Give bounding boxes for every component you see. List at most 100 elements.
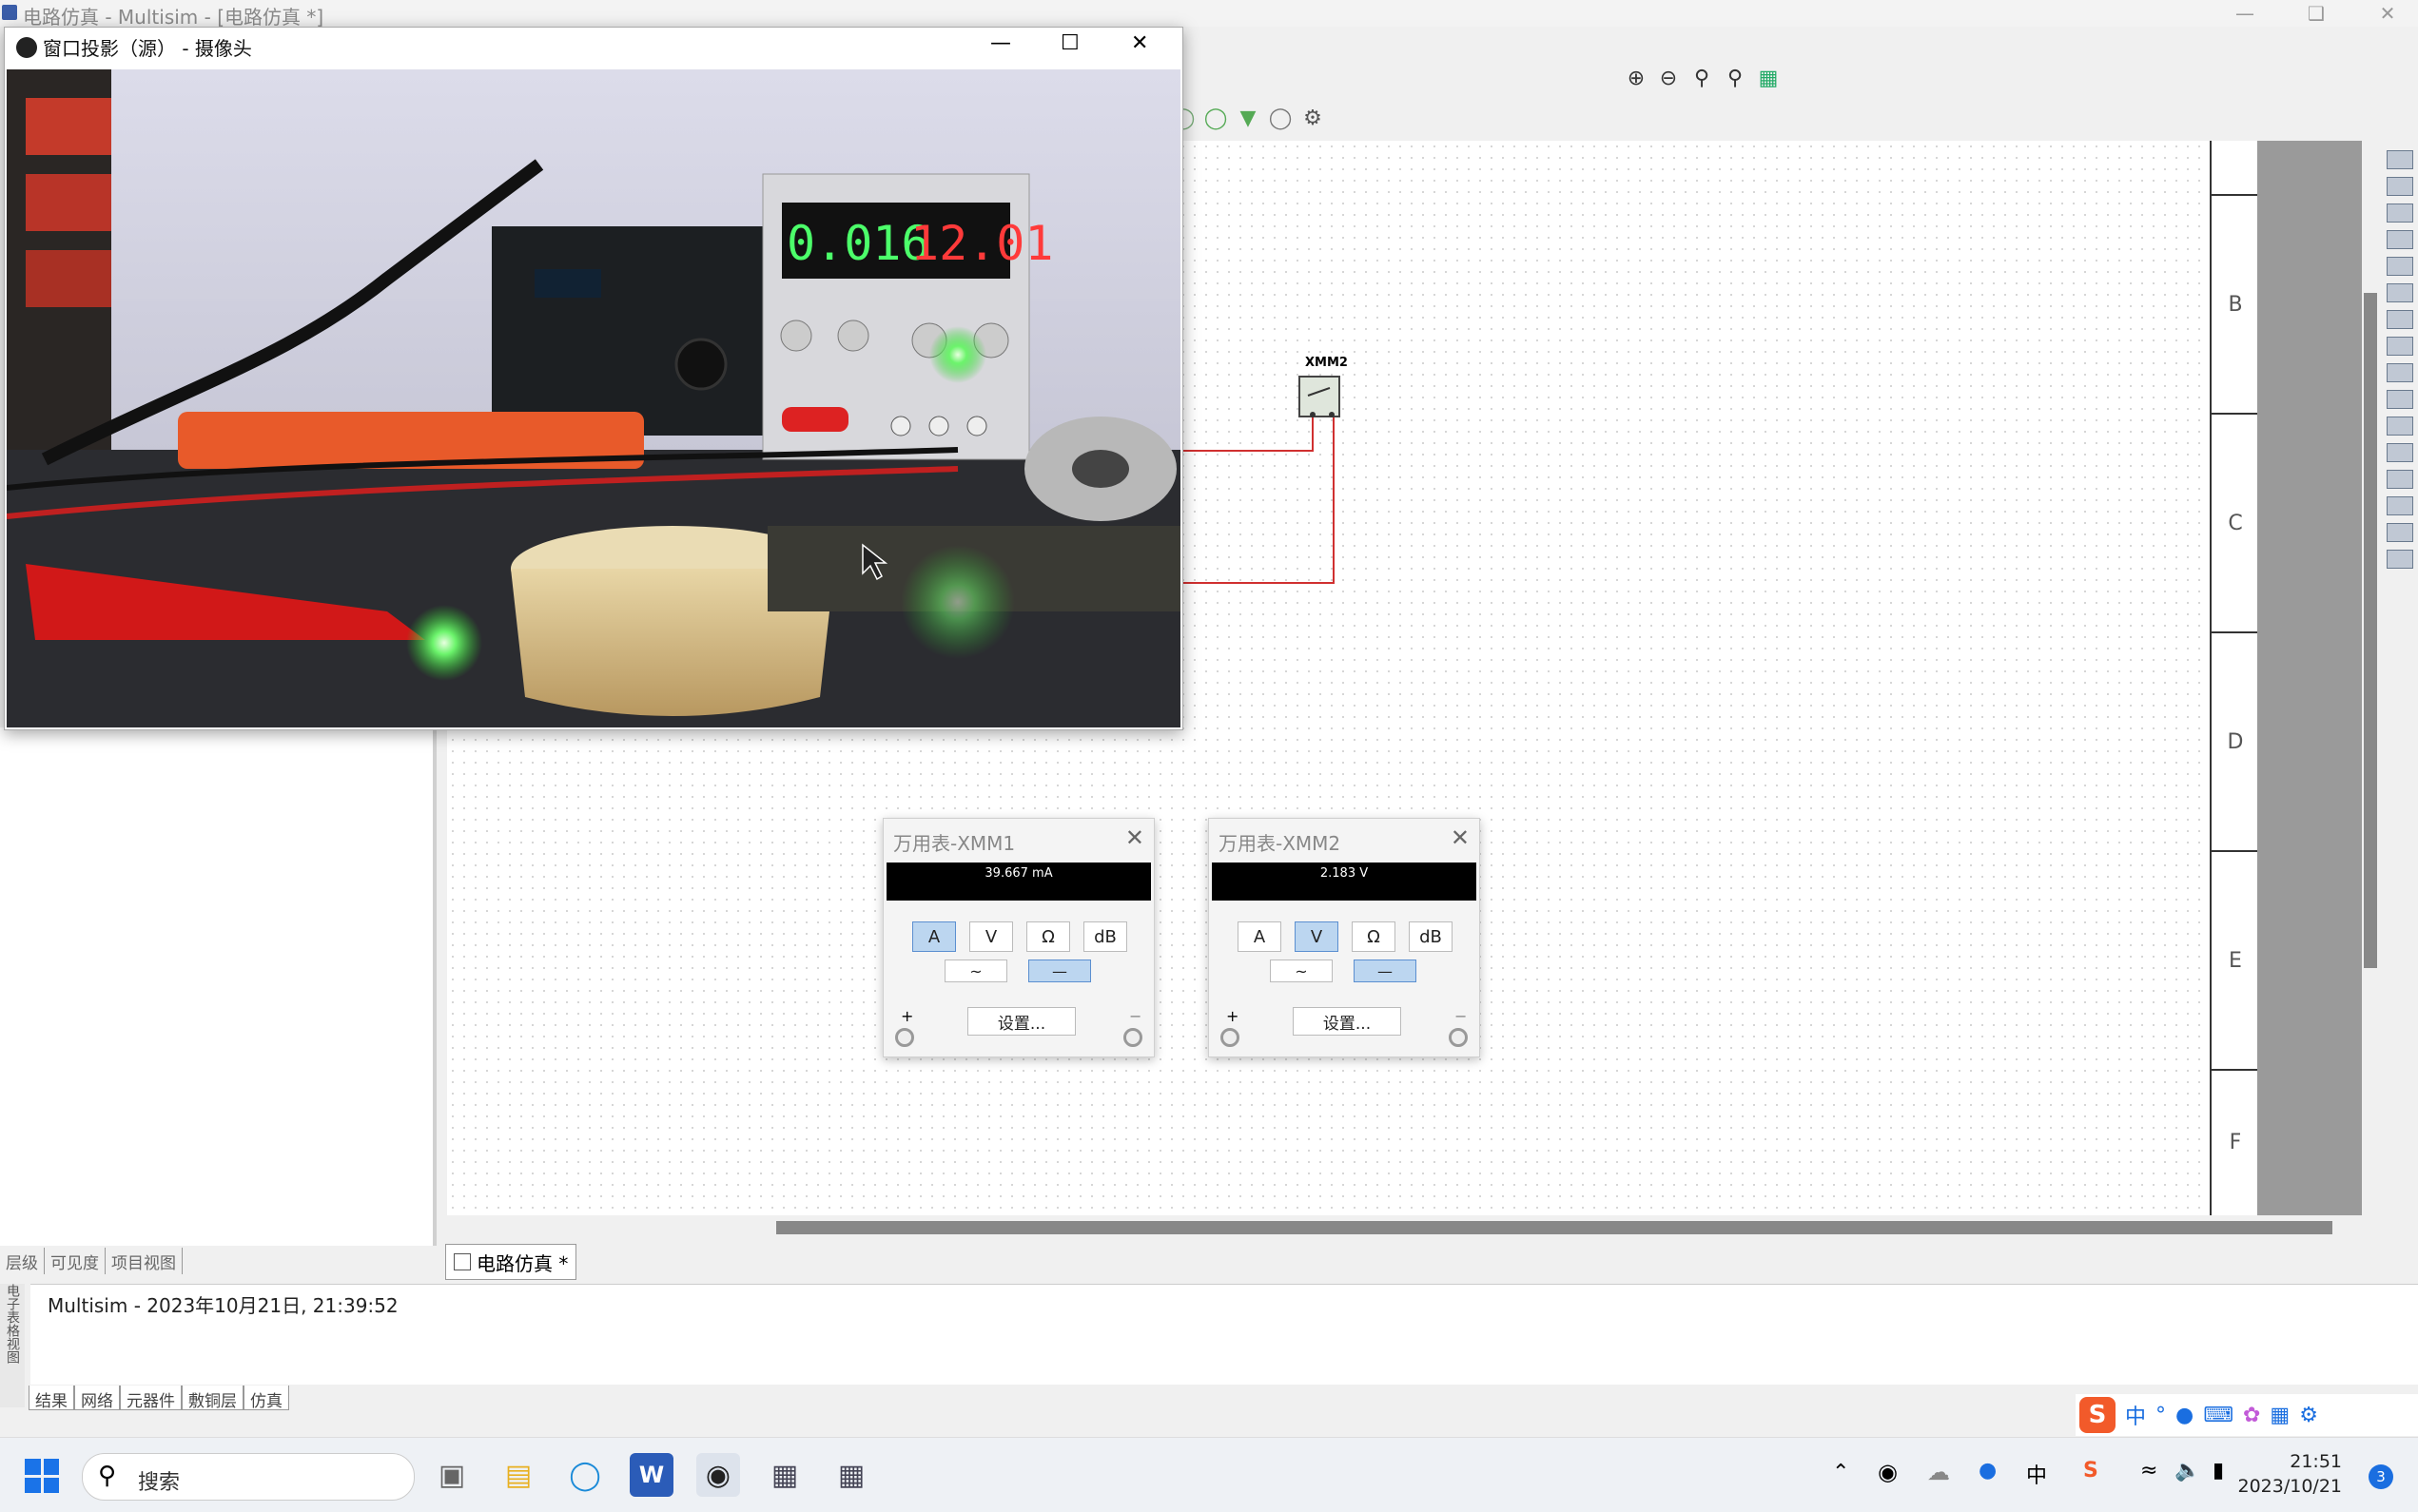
mode-ohm-button[interactable]: Ω xyxy=(1026,921,1070,952)
vertical-scroll-thumb[interactable] xyxy=(2364,293,2377,968)
chevron-up-icon[interactable]: ⌃ xyxy=(1832,1461,1849,1484)
fullscreen-icon[interactable]: ▦ xyxy=(1755,65,1782,91)
tab-results[interactable]: 结果 xyxy=(29,1386,74,1411)
gear-icon[interactable]: ⚙ xyxy=(1299,105,1326,131)
design-toolbox-tabs: 层级 可见度 项目视图 xyxy=(0,1248,183,1274)
skin-icon[interactable]: ✿ xyxy=(2243,1404,2260,1427)
dc-button[interactable]: — xyxy=(1028,960,1091,982)
camera-projection-window[interactable]: 窗口投影（源） - 摄像头 — ☐ ✕ 0.016 12.01 xyxy=(4,27,1183,730)
ac-button[interactable]: ~ xyxy=(1270,960,1333,982)
terminal-minus[interactable] xyxy=(1449,1028,1468,1047)
zone-d: D xyxy=(2212,633,2259,852)
ac-button[interactable]: ~ xyxy=(945,960,1007,982)
battery-icon[interactable]: ▮ xyxy=(2213,1459,2224,1483)
output-panel: Multisim - 2023年10月21日, 21:39:52 xyxy=(30,1284,2418,1385)
mode-ohm-button[interactable]: Ω xyxy=(1352,921,1395,952)
zoom-sheet-icon[interactable]: ⚲ xyxy=(1722,65,1748,91)
mode-db-button[interactable]: dB xyxy=(1409,921,1453,952)
tab-project-view[interactable]: 项目视图 xyxy=(106,1248,183,1274)
instrument-icon[interactable] xyxy=(2387,230,2413,249)
obs-taskbar-icon[interactable]: ◉ xyxy=(696,1453,740,1497)
tab-hierarchy[interactable]: 层级 xyxy=(0,1248,45,1274)
multisim-taskbar-icon[interactable]: ▦ xyxy=(763,1453,807,1497)
instrument-icon[interactable] xyxy=(2387,390,2413,409)
station-display xyxy=(535,269,601,298)
multisim-app-icon xyxy=(2,5,17,20)
horizontal-scroll-thumb[interactable] xyxy=(776,1221,2332,1234)
keyboard-icon[interactable]: ⌨ xyxy=(2203,1404,2233,1427)
notification-badge[interactable]: 3 xyxy=(2369,1464,2393,1489)
minimize-icon[interactable]: — xyxy=(990,31,1011,55)
obs-tray-icon[interactable]: ◉ xyxy=(1878,1459,1898,1485)
maximize-icon[interactable]: ☐ xyxy=(1061,31,1080,55)
close-icon[interactable]: ✕ xyxy=(1125,824,1144,851)
edge-icon[interactable]: ◯ xyxy=(563,1453,607,1497)
input-method-label[interactable]: 中 xyxy=(2026,1459,2047,1489)
zoom-area-icon[interactable]: ⚲ xyxy=(1688,65,1715,91)
terminal-plus[interactable] xyxy=(1220,1028,1239,1047)
dc-button[interactable]: — xyxy=(1354,960,1416,982)
sheet-margin xyxy=(2257,141,2362,1215)
ime-mode-label[interactable]: 中 xyxy=(2125,1400,2146,1430)
maximize-button[interactable]: ❑ xyxy=(2288,0,2345,27)
tab-components[interactable]: 元器件 xyxy=(120,1386,182,1411)
instrument-icon[interactable] xyxy=(2387,204,2413,223)
zoom-out-icon[interactable]: ⊖ xyxy=(1655,65,1682,91)
instrument-icon[interactable] xyxy=(2387,283,2413,302)
wifi-icon[interactable]: ≈ xyxy=(2140,1459,2157,1483)
instrument-icon[interactable] xyxy=(2387,310,2413,329)
start-button[interactable] xyxy=(25,1459,59,1493)
settings-button[interactable]: 设置... xyxy=(967,1007,1076,1036)
cloud-icon[interactable]: ☁ xyxy=(1927,1459,1950,1485)
instrument-icon[interactable] xyxy=(2387,257,2413,276)
tab-copper-layers[interactable]: 敷铜层 xyxy=(182,1386,244,1411)
volume-icon[interactable]: 🔈 xyxy=(2174,1459,2200,1483)
instrument-icon[interactable] xyxy=(2387,443,2413,462)
horizontal-scrollbar[interactable] xyxy=(447,1215,2369,1240)
design-toolbox[interactable] xyxy=(0,727,437,1246)
file-explorer-icon[interactable]: ▤ xyxy=(497,1453,540,1497)
close-icon[interactable]: ✕ xyxy=(1131,31,1148,55)
instrument-icon[interactable] xyxy=(2387,550,2413,569)
punctuation-icon[interactable]: ° xyxy=(2155,1404,2166,1427)
mode-a-button[interactable]: A xyxy=(912,921,956,952)
close-button[interactable]: ✕ xyxy=(2359,0,2416,27)
document-tab[interactable]: 电路仿真 * xyxy=(445,1244,577,1280)
settings-button[interactable]: 设置... xyxy=(1293,1007,1401,1036)
instrument-icon[interactable] xyxy=(2387,496,2413,515)
instrument-icon[interactable] xyxy=(2387,177,2413,196)
instrument-icon[interactable] xyxy=(2387,363,2413,382)
tab-visibility[interactable]: 可见度 xyxy=(45,1248,106,1274)
probe-v-icon[interactable]: ▼ xyxy=(1235,105,1261,131)
tab-nets[interactable]: 网络 xyxy=(74,1386,120,1411)
instrument-icon[interactable] xyxy=(2387,417,2413,436)
terminal-plus[interactable] xyxy=(895,1028,914,1047)
mode-v-button[interactable]: V xyxy=(1295,921,1338,952)
mode-db-button[interactable]: dB xyxy=(1083,921,1127,952)
close-icon[interactable]: ✕ xyxy=(1451,824,1470,851)
tab-simulation[interactable]: 仿真 xyxy=(244,1386,289,1411)
microphone-icon[interactable]: ● xyxy=(2175,1404,2194,1427)
instrument-icon[interactable] xyxy=(2387,337,2413,356)
task-view-icon[interactable]: ▣ xyxy=(430,1453,474,1497)
sogou-tray-icon[interactable]: S xyxy=(2083,1459,2098,1483)
clock[interactable]: 21:51 2023/10/21 xyxy=(2237,1449,2342,1499)
zoom-in-icon[interactable]: ⊕ xyxy=(1623,65,1649,91)
mic-tray-icon[interactable]: ● xyxy=(1979,1459,1997,1483)
calculator-icon[interactable]: ▦ xyxy=(829,1453,873,1497)
vertical-scrollbar[interactable] xyxy=(2362,141,2383,1215)
probe-settings-icon[interactable]: ◯ xyxy=(1267,105,1294,131)
instrument-icon[interactable] xyxy=(2387,150,2413,169)
toolbox-icon[interactable]: ▦ xyxy=(2270,1404,2290,1427)
minimize-button[interactable]: — xyxy=(2216,0,2273,27)
probe-add-icon[interactable]: ◯ xyxy=(1202,105,1229,131)
instrument-icon[interactable] xyxy=(2387,470,2413,489)
instrument-icon[interactable] xyxy=(2387,523,2413,542)
sogou-icon[interactable]: S xyxy=(2079,1397,2116,1433)
mode-a-button[interactable]: A xyxy=(1238,921,1281,952)
search-box[interactable]: ⚲ 搜索 xyxy=(82,1453,415,1501)
mode-v-button[interactable]: V xyxy=(969,921,1013,952)
word-icon[interactable]: W xyxy=(630,1453,673,1497)
settings-icon[interactable]: ⚙ xyxy=(2299,1404,2318,1427)
terminal-minus[interactable] xyxy=(1123,1028,1142,1047)
